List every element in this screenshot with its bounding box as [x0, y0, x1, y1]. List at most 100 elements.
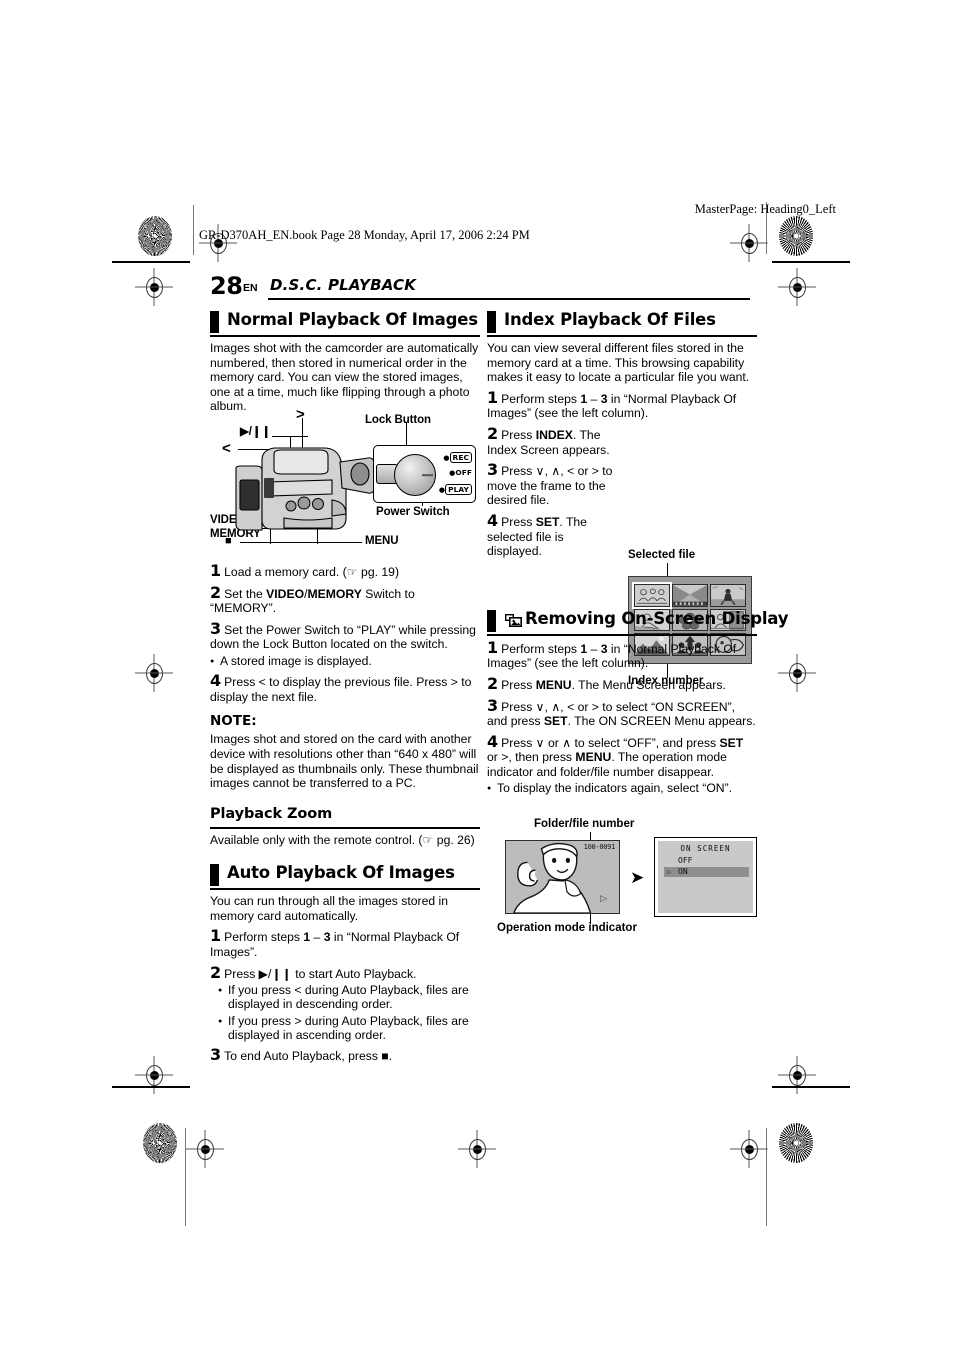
- index-thumbnail[interactable]: [632, 581, 672, 609]
- heading-rule: [487, 335, 757, 337]
- step-item: 2 Set the VIDEO/MEMORY Switch to “MEMORY”…: [210, 582, 480, 616]
- power-mode-rec-label: REC: [449, 451, 472, 463]
- camcorder-figure: ▶/❙❙ < > VIDEO/ MEMORY ■ MENU Lock Butto…: [210, 406, 480, 558]
- heading-rule: [210, 335, 480, 337]
- section-heading-text: Normal Playback Of Images: [227, 310, 478, 329]
- registration-mark-right-middle: [778, 654, 816, 692]
- left-column: Normal Playback Of Images Images shot wi…: [210, 310, 480, 1064]
- heading-rule: [210, 888, 480, 891]
- registration-mark-right-upper: [778, 268, 816, 306]
- step-text: Press ▶/❙❙ to start Auto Playback.: [224, 966, 417, 981]
- trim-guide-bottom-left: [185, 1128, 186, 1226]
- power-mode-off: ●OFF: [449, 467, 472, 477]
- step-number: 2: [487, 423, 499, 443]
- on-screen-display-figure: Folder/file number 100-0091 ▷ Operation …: [487, 818, 757, 934]
- step-text: To end Auto Playback, press ■.: [224, 1049, 393, 1064]
- print-starburst-bottom-left: [143, 1123, 177, 1163]
- step-text: Perform steps 1 – 3 in “Normal Playback …: [210, 930, 460, 960]
- trim-mark-top-right: [772, 261, 850, 263]
- step-item: 4 Press SET. The selected file is display…: [487, 510, 617, 559]
- registration-mark-bottom-center: [458, 1130, 496, 1168]
- section-heading-text: Index Playback Of Files: [504, 310, 716, 329]
- on-screen-menu-option-off[interactable]: OFF: [664, 856, 749, 866]
- subsection-heading-playback-zoom: Playback Zoom: [210, 805, 480, 829]
- subsection-heading-text: Playback Zoom: [210, 805, 333, 822]
- step-number: 1: [487, 637, 499, 657]
- step-text: Set the VIDEO/MEMORY Switch to “MEMORY”.: [210, 586, 415, 616]
- label-power-switch: Power Switch: [376, 505, 450, 518]
- playback-screen-preview: 100-0091 ▷: [505, 839, 620, 914]
- step-item: 3 Set the Power Switch to “PLAY” while pr…: [210, 620, 480, 652]
- step-number: 2: [210, 962, 222, 982]
- step-text: Press ∨, ∧, < or > to select “ON SCREEN”…: [487, 699, 756, 729]
- camcorder-illustration: [235, 447, 375, 531]
- section-heading-normal-playback: Normal Playback Of Images: [210, 310, 480, 337]
- step-text: Press SET. The selected file is displaye…: [487, 514, 587, 559]
- step-text: Perform steps 1 – 3 in “Normal Playback …: [487, 391, 737, 421]
- step-text: Press < to display the previous file. Pr…: [210, 675, 472, 704]
- subheading-rule: [210, 827, 480, 829]
- step-bullet: If you press > during Auto Playback, fil…: [210, 1014, 480, 1042]
- on-screen-menu-option-on-label: ON: [678, 866, 688, 876]
- section-heading-auto-playback: Auto Playback Of Images: [210, 863, 480, 891]
- step-number: 1: [487, 387, 499, 407]
- step-item: 3 Press ∨, ∧, < or > to select “ON SCREEN…: [487, 697, 757, 729]
- on-screen-menu[interactable]: ON SCREEN OFF ▷ ON: [654, 836, 757, 917]
- step-bullet: A stored image is displayed.: [210, 654, 480, 669]
- menu-cursor-icon: ▷: [667, 867, 672, 876]
- folder-file-number-value: 100-0091: [583, 842, 616, 851]
- step-bullet: If you press < during Auto Playback, fil…: [210, 983, 480, 1011]
- trim-mark-bottom-right: [772, 1086, 850, 1088]
- index-thumbnail[interactable]: [672, 583, 708, 607]
- label-lock-button: Lock Button: [365, 413, 431, 426]
- step-number: 3: [487, 460, 499, 480]
- registration-mark-top-right-inner: [730, 224, 768, 262]
- on-screen-menu-title: ON SCREEN: [680, 843, 731, 853]
- running-head: 28 EN D.S.C. PLAYBACK: [210, 272, 750, 302]
- section-heading-removing-osd: Removing On-Screen Display: [487, 609, 788, 636]
- step-number: 1: [210, 926, 222, 946]
- registration-mark-left-middle: [135, 654, 173, 692]
- step-text: Perform steps 1 – 3 in “Normal Playback …: [487, 641, 737, 671]
- on-screen-menu-option-on[interactable]: ▷ ON: [664, 866, 749, 877]
- power-mode-off-label: OFF: [455, 467, 472, 477]
- auto-playback-intro: You can run through all the images store…: [210, 894, 449, 923]
- trim-mark-bottom-left: [112, 1086, 190, 1088]
- trim-mark-top-left: [112, 261, 190, 263]
- print-starburst-top-right: [779, 216, 813, 256]
- label-selected-file: Selected file: [628, 548, 696, 561]
- right-column: Index Playback Of Files You can view sev…: [487, 310, 788, 934]
- index-playback-intro: You can view several different files sto…: [487, 341, 750, 385]
- master-page-label: MasterPage: Heading0_Left: [694, 202, 836, 216]
- step-item: 1 Perform steps 1 – 3 in “Normal Playback…: [210, 926, 480, 960]
- step-item: 1 Perform steps 1 – 3 in “Normal Playback…: [487, 387, 757, 421]
- print-starburst-top-left: [138, 216, 172, 256]
- step-number: 4: [487, 510, 499, 530]
- section-heading-index-playback: Index Playback Of Files: [487, 310, 757, 337]
- section-heading-text: Removing On-Screen Display: [525, 608, 789, 628]
- book-file-line: GR-D370AH_EN.book Page 28 Monday, April …: [199, 228, 530, 242]
- running-head-rule: [268, 298, 750, 300]
- step-number: 1: [210, 560, 222, 580]
- heading-bar: [210, 311, 219, 333]
- registration-mark-right-lower: [778, 1056, 816, 1094]
- normal-playback-intro: Images shot with the camcorder are autom…: [210, 341, 479, 414]
- power-dial[interactable]: [394, 453, 436, 496]
- step-item: 1 Perform steps 1 – 3 in “Normal Playback…: [487, 637, 757, 671]
- label-next: >: [296, 405, 305, 423]
- registration-mark-left-upper: [135, 268, 173, 306]
- heading-bar: [487, 311, 496, 333]
- step-item: 2 Press MENU. The Menu Screen appears.: [487, 675, 757, 693]
- index-thumbnail[interactable]: [710, 583, 746, 607]
- on-screen-menu-option-off-label: OFF: [678, 855, 693, 865]
- heading-rule: [487, 633, 757, 636]
- step-bullet: To display the indicators again, select …: [487, 781, 757, 796]
- print-starburst-bottom-right: [779, 1123, 813, 1163]
- label-operation-mode-indicator: Operation mode indicator: [497, 921, 637, 934]
- step-text: Press MENU. The Menu Screen appears.: [501, 677, 726, 692]
- section-heading-text: Auto Playback Of Images: [227, 863, 455, 883]
- step-number: 2: [210, 582, 222, 602]
- step-item: 2 Press ▶/❙❙ to start Auto Playback.: [210, 962, 480, 982]
- step-item: 1 Load a memory card. (☞ pg. 19): [210, 560, 480, 580]
- step-item: 3 To end Auto Playback, press ■.: [210, 1047, 480, 1064]
